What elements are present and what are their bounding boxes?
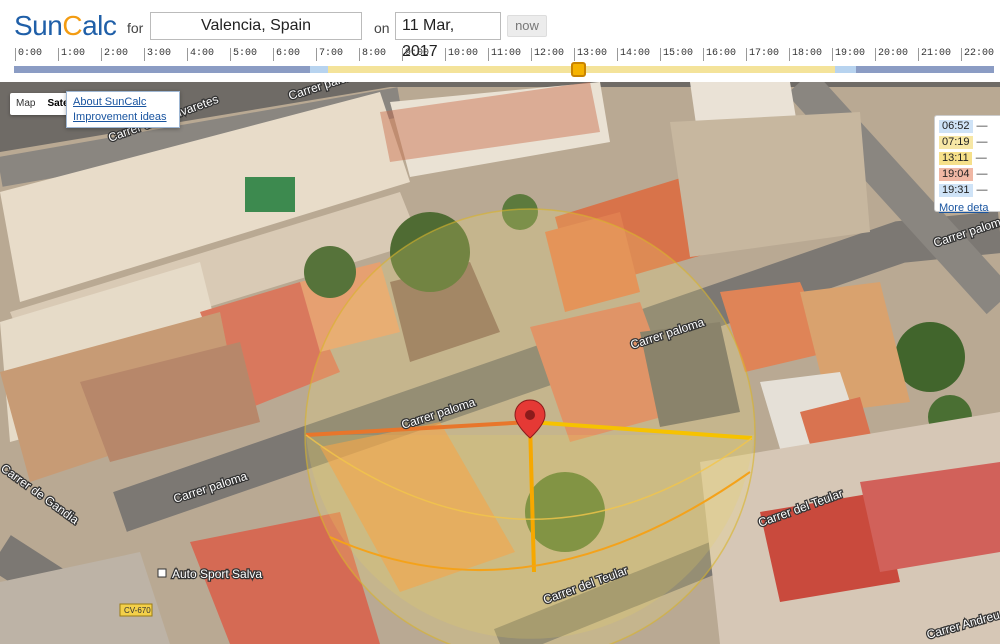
time-tick-label: 2:00 [100,48,129,61]
legend-row-dawn: 06:52— [939,118,1000,134]
time-tick-label: 22:00 [960,48,995,61]
date-input[interactable]: 11 Mar, 2017 [395,12,501,60]
legend-time-noon: 13:11 [939,151,972,165]
time-tick-label: 14:00 [616,48,651,61]
time-tick-label: 20:00 [874,48,909,61]
suncalc-app: SunCalc for Valencia, Spain on 11 Mar, 2… [0,0,1000,644]
logo-text-alc: alc [82,10,117,41]
time-tick-label: 9:00 [401,48,430,61]
road-sign-cv670: CV-670 [124,606,151,615]
time-tick-label: 8:00 [358,48,387,61]
legend-row-dusk: 19:31— [939,182,1000,198]
time-tick-label: 13:00 [573,48,608,61]
legend-time-sunset: 19:04 [939,167,973,181]
legend-time-dusk: 19:31 [939,183,973,197]
time-tick-label: 19:00 [831,48,866,61]
time-tick-label: 6:00 [272,48,301,61]
time-tick-label: 0:00 [14,48,43,61]
sun-times-legend: 06:52— 07:19— 13:11— 19:04— 19:31— More … [934,115,1000,214]
time-tick-label: 11:00 [487,48,522,61]
about-suncalc-link[interactable]: About SunCalc [73,95,173,110]
time-tick-label: 17:00 [745,48,780,61]
time-tick-label: 18:00 [788,48,823,61]
place-input[interactable]: Valencia, Spain [150,12,362,40]
time-tick-label: 4:00 [186,48,215,61]
time-slider[interactable]: 0:00 1:00 2:00 3:00 4:00 5:00 6:00 7:00 8:00 9:00… [14,48,994,78]
suncalc-logo[interactable]: SunCalc [14,10,117,42]
map-imagery: Carrer de l' Olivaretes Carrer paloma Ca… [0,82,1000,644]
logo-text-sun: Sun [14,10,63,41]
dawn-bar [310,66,328,73]
improvement-ideas-link[interactable]: Improvement ideas [73,110,173,125]
more-details-link[interactable]: More deta [939,200,1000,216]
on-label: on [374,20,390,36]
time-tick-label: 16:00 [702,48,737,61]
time-tick-label: 10:00 [444,48,479,61]
now-button[interactable]: now [507,15,547,37]
place-label-auto-sport: Auto Sport Salva [172,567,262,581]
legend-time-dawn: 06:52 [939,119,973,133]
legend-row-noon: 13:11— [939,150,1000,166]
dusk-bar [835,66,856,73]
map-type-map[interactable]: Map [10,93,41,115]
about-popup: About SunCalc Improvement ideas [66,91,180,128]
satellite-map[interactable]: Carrer de l' Olivaretes Carrer paloma Ca… [0,82,1000,644]
time-tick-label: 7:00 [315,48,344,61]
time-tick-label: 21:00 [917,48,952,61]
time-tick-label: 5:00 [229,48,258,61]
time-tick-label: 15:00 [659,48,694,61]
legend-row-sunrise: 07:19— [939,134,1000,150]
time-tick-label: 3:00 [143,48,172,61]
legend-time-sunrise: 07:19 [939,135,973,149]
for-label: for [127,20,144,36]
time-slider-handle[interactable] [571,62,586,77]
time-tick-label: 12:00 [530,48,565,61]
logo-text-c: C [62,10,83,41]
legend-row-sunset: 19:04— [939,166,1000,182]
header: SunCalc for Valencia, Spain on 11 Mar, 2… [0,0,1000,82]
time-tick-label: 1:00 [57,48,86,61]
